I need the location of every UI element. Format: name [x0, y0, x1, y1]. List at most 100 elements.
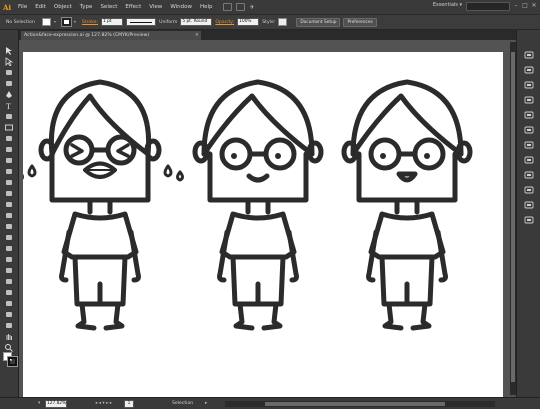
- horizontal-scrollbar[interactable]: [225, 401, 495, 407]
- brush-definition-field[interactable]: 5 pt. Round: [180, 18, 213, 26]
- stroke-panel-icon[interactable]: [524, 119, 534, 134]
- rectangle-tool-icon[interactable]: [3, 117, 15, 131]
- menu-select[interactable]: Select: [96, 4, 121, 10]
- slice-tool-icon[interactable]: [3, 315, 15, 328]
- workspace-switcher[interactable]: Essentials ▾: [433, 2, 462, 8]
- color-guide-panel-icon[interactable]: [524, 59, 534, 74]
- variable-width-profile-preview[interactable]: [126, 18, 157, 26]
- bridge-icon[interactable]: [222, 3, 232, 11]
- symbols-panel-icon[interactable]: [524, 104, 534, 119]
- direct-selection-tool-icon[interactable]: [3, 51, 15, 67]
- swatches-panel-icon[interactable]: [524, 74, 534, 89]
- selection-status: No Selection: [6, 19, 35, 25]
- current-tool-status[interactable]: Selection: [172, 400, 193, 408]
- vertical-scrollbar-thumb[interactable]: [511, 52, 515, 382]
- transparency-panel-icon[interactable]: [524, 149, 534, 164]
- symbol-sprayer-tool-icon[interactable]: [3, 282, 15, 295]
- minimize-icon[interactable]: –: [512, 2, 520, 10]
- blob-brush-tool-icon[interactable]: [3, 150, 15, 163]
- document-tab-title: Action&face-expression.ai @ 127.82% (CMY…: [24, 33, 150, 38]
- artboard-navigation[interactable]: ◂ ◂ ▾ ▸ ▸: [95, 400, 112, 408]
- appearance-panel-icon[interactable]: [524, 164, 534, 179]
- perspective-grid-tool-icon[interactable]: [3, 227, 15, 240]
- style-label: Style:: [262, 19, 276, 25]
- eyedropper-tool-icon[interactable]: [3, 260, 15, 273]
- pencil-tool-icon[interactable]: [3, 139, 15, 152]
- menu-type[interactable]: Type: [76, 4, 97, 10]
- arrange-documents-icon[interactable]: [235, 3, 245, 11]
- app-logo: Ai: [0, 0, 14, 14]
- menu-help[interactable]: Help: [196, 4, 217, 10]
- artboard-number-field[interactable]: 1: [124, 400, 134, 408]
- selection-tool-icon[interactable]: [3, 40, 15, 55]
- pasteboard[interactable]: [19, 40, 516, 397]
- stroke-swatch[interactable]: [7, 356, 18, 367]
- document-setup-button[interactable]: Document Setup: [296, 17, 341, 27]
- shape-builder-tool-icon[interactable]: [3, 216, 15, 229]
- stroke-label[interactable]: Stroke:: [82, 20, 98, 25]
- chevron-down-icon[interactable]: ▾: [74, 18, 79, 26]
- horizontal-scrollbar-thumb[interactable]: [265, 402, 445, 406]
- type-tool-icon[interactable]: T: [3, 95, 15, 111]
- artboard[interactable]: [23, 52, 503, 397]
- workspace-label: Essentials: [432, 2, 458, 8]
- menu-view[interactable]: View: [145, 4, 166, 10]
- zoom-tool-icon[interactable]: [3, 337, 15, 352]
- maximize-icon[interactable]: □: [521, 2, 529, 10]
- menu-object[interactable]: Object: [50, 4, 76, 10]
- hand-tool-icon[interactable]: [3, 326, 15, 340]
- menu-window[interactable]: Window: [166, 4, 196, 10]
- color-panel-icon[interactable]: [524, 44, 534, 59]
- help-search-input[interactable]: [466, 2, 510, 11]
- document-tab[interactable]: Action&face-expression.ai @ 127.82% (CMY…: [21, 31, 201, 40]
- close-icon[interactable]: ✕: [530, 2, 538, 10]
- close-tab-icon[interactable]: ×: [195, 31, 199, 40]
- blend-tool-icon[interactable]: [3, 271, 15, 284]
- paintbrush-tool-icon[interactable]: [3, 128, 15, 141]
- opacity-label[interactable]: Opacity:: [215, 20, 234, 25]
- tools-panel: T: [0, 30, 19, 397]
- gpu-rocket-icon[interactable]: ✈: [250, 4, 255, 11]
- laughing-girl-figure[interactable]: [341, 79, 473, 331]
- fill-stroke-swatches[interactable]: [3, 352, 18, 367]
- chevron-right-icon[interactable]: ▸: [205, 400, 207, 408]
- smiling-girl-figure[interactable]: [192, 79, 324, 331]
- chevron-down-icon: ▾: [459, 2, 462, 8]
- menu-bar: Ai File Edit Object Type Select Effect V…: [0, 0, 540, 14]
- line-segment-tool-icon[interactable]: [3, 106, 15, 119]
- chevron-down-icon[interactable]: ▾: [54, 18, 59, 26]
- artboards-panel-icon[interactable]: [524, 209, 534, 224]
- brushes-panel-icon[interactable]: [524, 89, 534, 104]
- stroke-weight-field[interactable]: 1 pt: [101, 18, 124, 26]
- profile-label: Uniform: [159, 19, 178, 25]
- menu-file[interactable]: File: [14, 4, 31, 10]
- opacity-field[interactable]: 100%: [237, 18, 260, 26]
- illustrator-window: Ai File Edit Object Type Select Effect V…: [0, 0, 540, 409]
- crying-girl-figure[interactable]: [23, 79, 184, 331]
- pen-tool-icon[interactable]: [3, 84, 15, 98]
- magic-wand-tool-icon[interactable]: [3, 62, 15, 75]
- scale-tool-icon[interactable]: [3, 183, 15, 196]
- width-tool-icon[interactable]: [3, 194, 15, 207]
- eraser-tool-icon[interactable]: [3, 161, 15, 174]
- mesh-tool-icon[interactable]: [3, 238, 15, 251]
- graphic-style-swatch[interactable]: [278, 18, 288, 26]
- stroke-color-swatch[interactable]: [60, 17, 72, 27]
- column-graph-tool-icon[interactable]: [3, 293, 15, 306]
- artboard-tool-icon[interactable]: [3, 304, 15, 317]
- graphic-styles-panel-icon[interactable]: [524, 179, 534, 194]
- layers-panel-icon[interactable]: [524, 194, 534, 209]
- character-illustration[interactable]: [23, 52, 503, 397]
- fill-color-swatch[interactable]: [41, 18, 51, 26]
- menu-effect[interactable]: Effect: [121, 4, 145, 10]
- zoom-level-field[interactable]: 127.82%: [45, 400, 67, 408]
- gradient-tool-icon[interactable]: [3, 249, 15, 262]
- gradient-panel-icon[interactable]: [524, 134, 534, 149]
- preferences-button[interactable]: Preferences: [343, 17, 377, 27]
- rotate-tool-icon[interactable]: [3, 172, 15, 185]
- free-transform-tool-icon[interactable]: [3, 205, 15, 218]
- lasso-tool-icon[interactable]: [3, 73, 15, 86]
- menu-edit[interactable]: Edit: [31, 4, 50, 10]
- document-tab-bar: Action&face-expression.ai @ 127.82% (CMY…: [19, 30, 516, 40]
- chevron-left-icon[interactable]: ▾: [38, 400, 40, 408]
